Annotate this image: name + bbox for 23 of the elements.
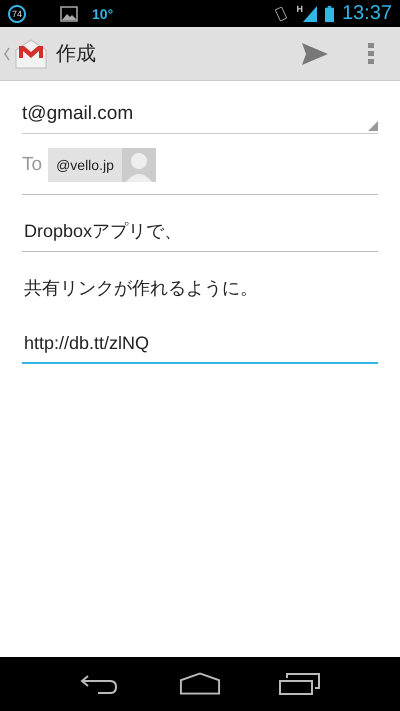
recipient-chip[interactable]: @vello.jp xyxy=(48,148,156,182)
temperature-text: 10° xyxy=(92,6,114,22)
network-type-text: H xyxy=(296,4,303,14)
battery-icon xyxy=(324,4,334,22)
avatar-icon xyxy=(122,148,156,182)
message-text-field[interactable]: Dropboxアプリで、 xyxy=(22,195,378,252)
screen-title: 作成 xyxy=(56,42,96,67)
from-account-dropdown[interactable]: t@gmail.com xyxy=(22,81,378,134)
vibrate-icon xyxy=(274,4,288,22)
message-text-field[interactable]: 共有リンクが作れるように。 xyxy=(22,252,378,309)
overflow-menu-icon[interactable] xyxy=(368,42,374,64)
image-icon xyxy=(60,6,78,22)
message-text-field[interactable]: http://db.tt/zlNQ xyxy=(22,309,378,364)
to-field[interactable]: To @vello.jp xyxy=(22,134,378,195)
mail-envelope-icon[interactable] xyxy=(14,38,48,70)
dropdown-corner-icon xyxy=(368,121,378,131)
signal-icon xyxy=(302,6,317,22)
home-icon[interactable] xyxy=(179,672,221,696)
recent-apps-icon[interactable] xyxy=(279,672,321,696)
send-icon[interactable] xyxy=(302,42,328,64)
notification-count-badge: 74 xyxy=(8,4,26,22)
clock-text: 13:37 xyxy=(342,2,392,25)
to-label: To xyxy=(22,154,42,176)
